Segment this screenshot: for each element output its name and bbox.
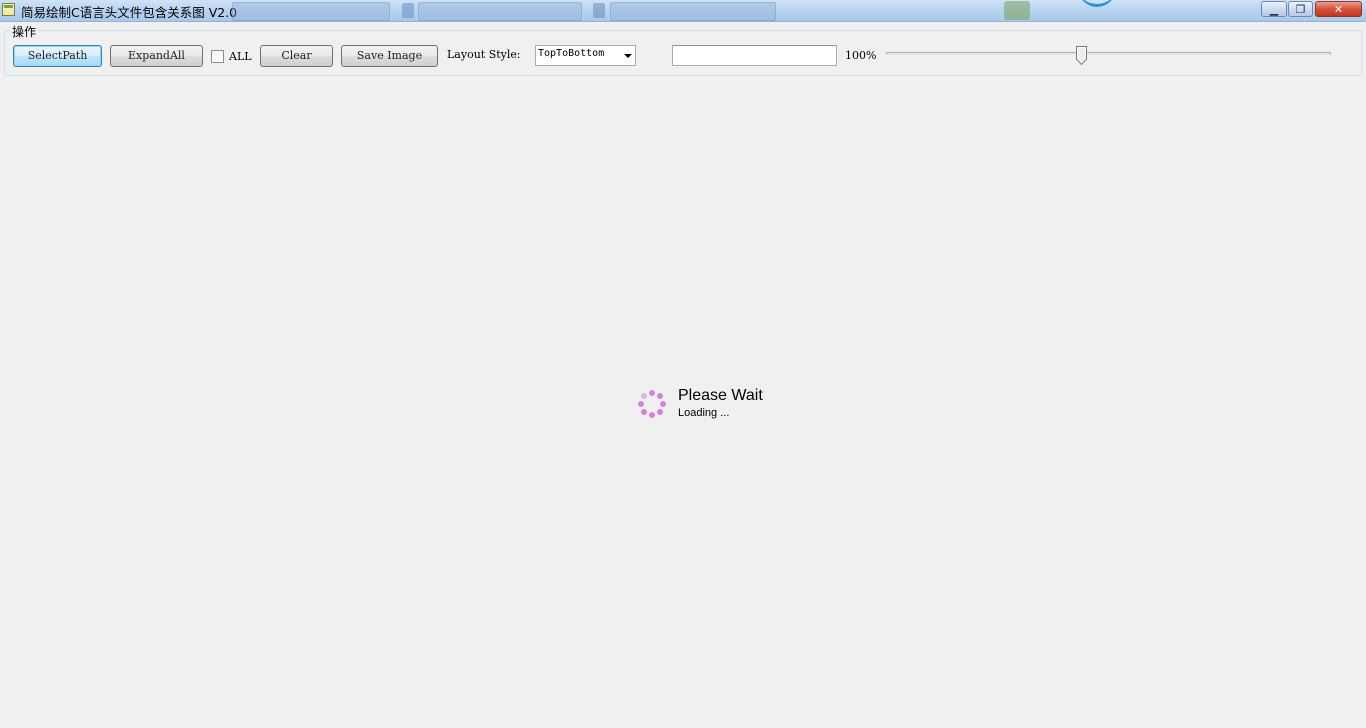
loading-title: Please Wait <box>678 387 763 404</box>
window-title: 简易绘制C语言头文件包含关系图 V2.0 <box>21 5 238 20</box>
operations-group-label: 操作 <box>10 23 39 40</box>
restore-button[interactable]: ❐ <box>1288 1 1313 17</box>
background-window-icon <box>593 3 605 18</box>
title-bar[interactable]: 简易绘制C语言头文件包含关系图 V2.0 ▁ ❐ ✕ <box>0 0 1366 22</box>
background-window-icon <box>402 3 414 18</box>
zoom-level-label: 100% <box>845 49 877 62</box>
all-checkbox[interactable] <box>211 49 224 63</box>
background-window-tab <box>232 2 390 21</box>
zoom-slider-track[interactable] <box>886 52 1331 55</box>
expand-all-button[interactable]: ExpandAll <box>110 45 203 67</box>
layout-style-dropdown[interactable]: TopToBottom <box>535 45 636 66</box>
close-button[interactable]: ✕ <box>1315 1 1362 17</box>
loading-indicator: Please Wait Loading ... <box>638 387 818 423</box>
all-checkbox-label[interactable]: ALL <box>229 50 252 63</box>
layout-style-label: Layout Style: <box>447 48 521 61</box>
search-input[interactable] <box>672 45 837 66</box>
background-decoration <box>1078 0 1116 7</box>
background-window-tab <box>418 2 582 21</box>
select-path-button[interactable]: SelectPath <box>13 45 102 67</box>
background-window-tab <box>610 2 776 21</box>
zoom-slider-thumb[interactable] <box>1076 46 1088 65</box>
save-image-button[interactable]: Save Image <box>341 45 438 67</box>
background-tray-icon <box>1004 1 1030 20</box>
clear-button[interactable]: Clear <box>260 45 333 67</box>
layout-style-value: TopToBottom <box>538 48 605 59</box>
app-icon <box>2 3 15 16</box>
loading-spinner-icon <box>638 390 666 418</box>
all-checkbox-group[interactable]: ALL <box>211 49 252 63</box>
restore-icon: ❐ <box>1295 2 1306 16</box>
loading-subtitle: Loading ... <box>678 407 730 419</box>
chevron-down-icon[interactable] <box>624 54 632 58</box>
minimize-icon: ▁ <box>1269 2 1279 16</box>
minimize-button[interactable]: ▁ <box>1261 1 1287 17</box>
close-icon: ✕ <box>1333 2 1344 16</box>
